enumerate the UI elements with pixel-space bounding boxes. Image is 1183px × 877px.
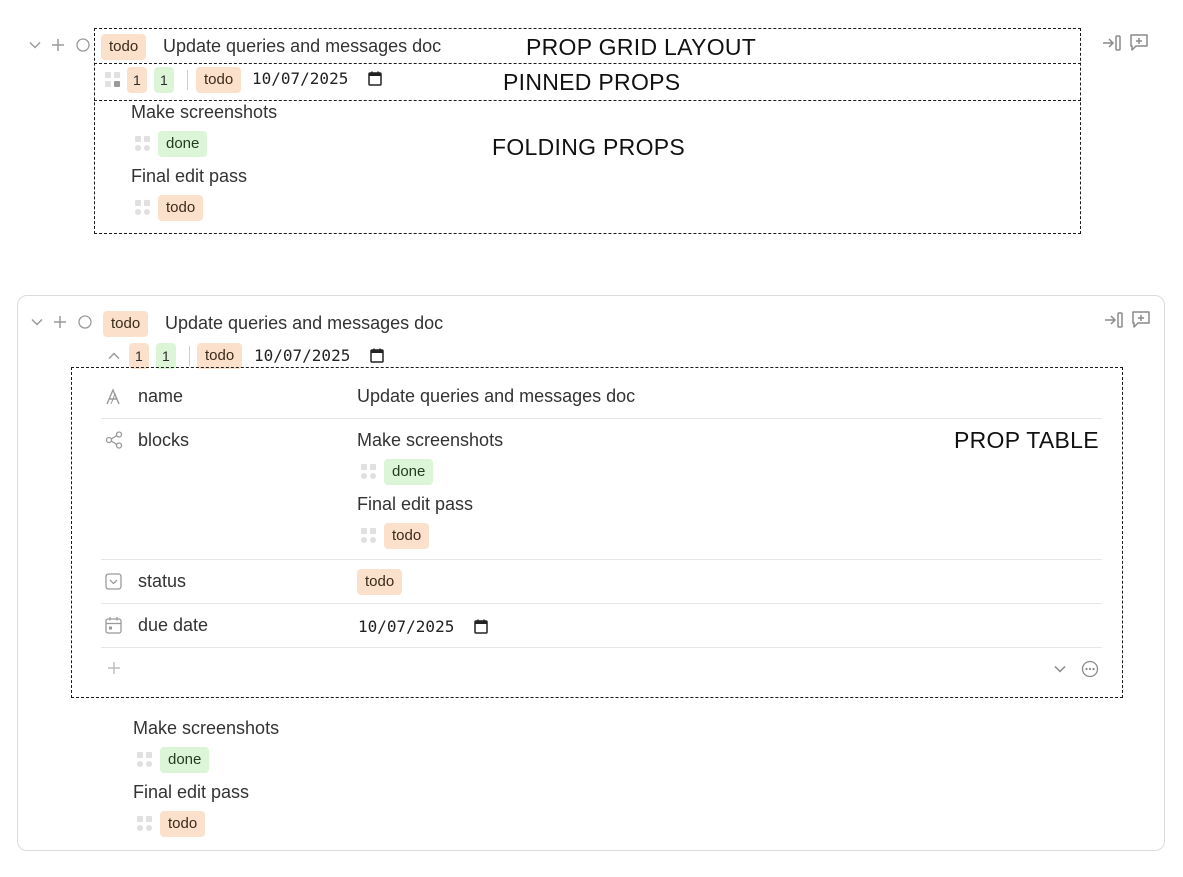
add-comment-icon[interactable] [1129, 33, 1149, 52]
chevron-down-icon[interactable] [28, 38, 42, 52]
blocks-item-status-1[interactable]: done [384, 459, 434, 485]
prop-table-outline [71, 367, 1123, 698]
select-icon [105, 573, 122, 590]
child-title-2[interactable]: Final edit pass [133, 782, 249, 803]
calendar-icon[interactable] [474, 619, 488, 634]
block-title[interactable]: Update queries and messages doc [165, 313, 443, 334]
annotation-grid-layout: PROP GRID LAYOUT [526, 34, 757, 60]
prop-due-date-value[interactable]: 10/07/2025 [358, 617, 454, 636]
prop-status-label[interactable]: status [138, 571, 186, 592]
prop-blocks-label[interactable]: blocks [138, 430, 189, 451]
row-divider [101, 418, 1102, 419]
row-divider [101, 559, 1102, 560]
circle-icon[interactable] [78, 315, 92, 329]
child-status-chip-1[interactable]: done [160, 747, 210, 773]
sidebar-open-icon[interactable] [1104, 311, 1124, 329]
pinned-due-date[interactable]: 10/07/2025 [254, 346, 350, 365]
add-property-icon[interactable] [107, 661, 121, 675]
chevron-up-icon[interactable] [107, 349, 121, 363]
plus-icon[interactable] [53, 315, 67, 329]
prop-status-value[interactable]: todo [357, 569, 403, 595]
chevron-down-icon[interactable] [30, 315, 44, 329]
plus-icon[interactable] [51, 38, 65, 52]
drag-handle-icon[interactable] [136, 751, 154, 769]
child-title-2[interactable]: Final edit pass [131, 166, 247, 187]
count-chip-a[interactable]: 1 [127, 67, 147, 93]
row-divider [101, 647, 1102, 648]
circle-icon[interactable] [76, 38, 90, 52]
annotation-folding-props: FOLDING PROPS [492, 134, 686, 160]
prop-name-value[interactable]: Update queries and messages doc [357, 386, 635, 407]
child-title-1[interactable]: Make screenshots [133, 718, 279, 739]
prop-due-date-label[interactable]: due date [138, 615, 208, 636]
blocks-item-title-2[interactable]: Final edit pass [357, 494, 473, 515]
chevron-down-icon[interactable] [1053, 662, 1067, 676]
text-icon [106, 388, 120, 405]
calendar-icon [105, 617, 122, 634]
child-title-1[interactable]: Make screenshots [131, 102, 277, 123]
count-chip-b[interactable]: 1 [156, 343, 176, 369]
status-chip[interactable]: todo [103, 311, 149, 337]
annotation-prop-table: PROP TABLE [954, 427, 1099, 453]
pinned-separator [189, 346, 190, 366]
drag-handle-icon[interactable] [360, 527, 378, 545]
child-status-chip-1[interactable]: done [158, 131, 208, 157]
annotation-pinned-props: PINNED PROPS [503, 69, 681, 95]
row-divider [101, 603, 1102, 604]
relation-icon [105, 431, 123, 449]
blocks-item-title-1[interactable]: Make screenshots [357, 430, 503, 451]
drag-handle-icon[interactable] [360, 463, 378, 481]
status-chip[interactable]: todo [101, 34, 147, 60]
prop-name-label[interactable]: name [138, 386, 183, 407]
drag-handle-icon[interactable] [136, 815, 154, 833]
count-chip-b[interactable]: 1 [154, 67, 174, 93]
pinned-status-chip[interactable]: todo [196, 67, 242, 93]
drag-handle-icon[interactable] [104, 71, 122, 89]
pinned-separator [187, 70, 188, 90]
calendar-icon[interactable] [368, 71, 382, 86]
sidebar-open-icon[interactable] [1102, 34, 1122, 52]
pinned-status-chip[interactable]: todo [197, 343, 243, 369]
drag-handle-icon[interactable] [134, 199, 152, 217]
drag-handle-icon[interactable] [134, 135, 152, 153]
calendar-icon[interactable] [370, 348, 384, 363]
block-title[interactable]: Update queries and messages doc [163, 36, 441, 57]
pinned-due-date[interactable]: 10/07/2025 [252, 69, 348, 88]
blocks-item-status-2[interactable]: todo [384, 523, 430, 549]
child-status-chip-2[interactable]: todo [158, 195, 204, 221]
child-status-chip-2[interactable]: todo [160, 811, 206, 837]
count-chip-a[interactable]: 1 [129, 343, 149, 369]
more-icon[interactable] [1081, 660, 1099, 678]
add-comment-icon[interactable] [1131, 310, 1151, 329]
